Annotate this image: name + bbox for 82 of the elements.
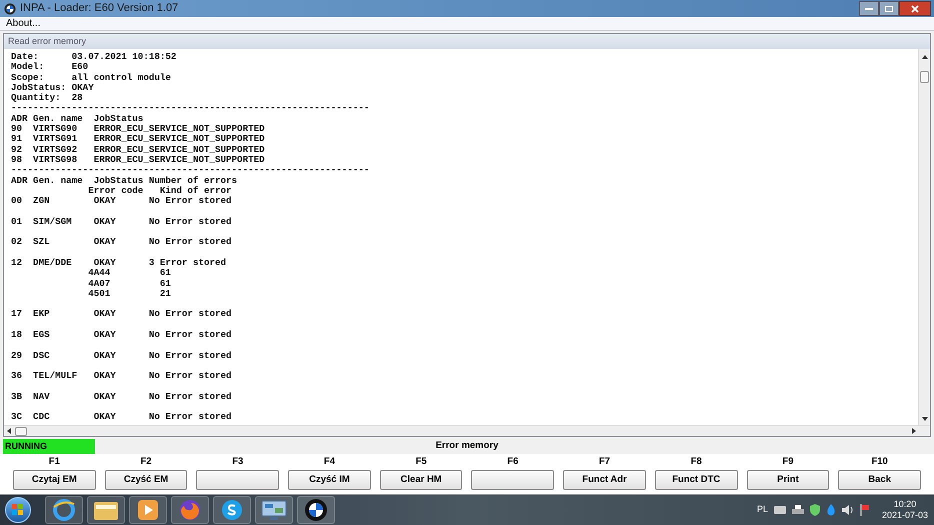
up-arrow-icon[interactable] — [922, 55, 928, 59]
function-key-label: F6 — [507, 455, 518, 469]
horizontal-scrollbar[interactable] — [4, 425, 930, 436]
menu-item[interactable]: About... — [4, 16, 42, 31]
function-button[interactable]: Back — [838, 470, 921, 490]
function-key-label: F2 — [140, 455, 152, 469]
keyboard-icon[interactable] — [774, 505, 786, 515]
window-title: INPA - Loader: E60 Version 1.07 — [20, 1, 178, 16]
report-line: ----------------------------------------------------------------- — [11, 103, 370, 114]
browser-icon[interactable] — [52, 498, 76, 522]
windows-logo-icon — [12, 504, 24, 516]
report-line: 17 EKP OKAY No Error stored — [11, 309, 232, 320]
function-key-label: F4 — [324, 455, 335, 469]
left-arrow-icon[interactable] — [7, 428, 11, 434]
monitor-icon[interactable] — [261, 499, 287, 521]
speaker-icon[interactable] — [842, 504, 854, 516]
report-line: JobStatus: OKAY — [11, 82, 94, 93]
report-line: 12 DME/DDE OKAY 3 Error stored — [11, 258, 226, 268]
report-line: 36 TEL/MULF OKAY No Error stored — [11, 371, 232, 382]
close-button[interactable] — [899, 1, 931, 16]
scroll-thumb[interactable] — [15, 426, 27, 436]
language-indicator[interactable]: PL — [756, 503, 768, 517]
function-button[interactable] — [196, 470, 280, 490]
report-line: Error code Kind of error — [87, 186, 232, 196]
function-button[interactable]: Clear HM — [380, 470, 462, 490]
function-key-label: F10 — [871, 455, 888, 469]
right-arrow-icon[interactable] — [912, 428, 916, 434]
minimize-button[interactable] — [859, 1, 879, 16]
report-line: 4501 21 — [87, 288, 171, 300]
report-line: Date: 03.07.2021 10:18:52 — [11, 52, 176, 62]
down-arrow-icon[interactable] — [922, 417, 928, 421]
folder-icon[interactable] — [93, 499, 119, 521]
status-title: Error memory — [436, 439, 498, 454]
maximize-button[interactable] — [879, 1, 899, 16]
vertical-scrollbar[interactable] — [918, 49, 930, 425]
report-line: Quantity: 28 — [11, 93, 83, 104]
status-indicator: RUNNING — [3, 439, 95, 454]
function-key-label: F5 — [416, 455, 427, 469]
report-line: 98 VIRTSG98 ERROR_ECU_SERVICE_NOT_SUPPORTED — [11, 154, 265, 166]
fox-globe-icon[interactable] — [178, 498, 202, 522]
function-button[interactable]: Funct Adr — [563, 470, 646, 490]
clock-time[interactable]: 10:20 — [894, 499, 916, 510]
scroll-thumb[interactable] — [920, 71, 929, 83]
report-line: Model: E60 — [11, 62, 88, 73]
report-line: 90 VIRTSG90 ERROR_ECU_SERVICE_NOT_SUPPORTED — [11, 124, 265, 134]
function-key-label: F7 — [598, 455, 610, 469]
report-line: 3C CDC OKAY No Error stored — [11, 412, 232, 423]
play-icon[interactable] — [137, 499, 159, 521]
report-line: 00 ZGN OKAY No Error stored — [11, 196, 232, 206]
shield-icon[interactable] — [810, 504, 820, 516]
report-line: 02 SZL OKAY No Error stored — [11, 237, 232, 248]
clock-date[interactable]: 2021-07-03 — [882, 510, 928, 521]
function-button[interactable]: Funct DTC — [654, 470, 738, 490]
report-line: 3B NAV OKAY No Error stored — [11, 392, 232, 402]
function-key-label: F8 — [690, 455, 702, 469]
roundel-icon[interactable] — [304, 498, 328, 522]
function-key-label: F3 — [232, 455, 244, 469]
function-button[interactable]: Czyść IM — [288, 470, 371, 490]
report-line: 18 EGS OKAY No Error stored — [11, 330, 232, 340]
report-line: ADR Gen. name JobStatus Number of errors — [11, 176, 238, 186]
report-line: 29 DSC OKAY No Error stored — [11, 350, 232, 361]
report-line: Scope: all control module — [11, 72, 171, 83]
function-button[interactable] — [471, 470, 554, 490]
report-line: 4A07 61 — [87, 278, 171, 289]
function-key-label: F1 — [48, 455, 60, 469]
function-button[interactable]: Czytaj EM — [13, 470, 96, 490]
start-button[interactable] — [5, 497, 31, 523]
function-key-label: F9 — [782, 455, 794, 469]
report-line: ADR Gen. name JobStatus — [11, 114, 144, 124]
flag-icon[interactable] — [860, 504, 870, 516]
function-button[interactable]: Czyść EM — [104, 470, 188, 490]
roundel-icon — [4, 2, 16, 14]
printer-icon[interactable] — [792, 504, 804, 516]
report-line: 01 SIM/SGM OKAY No Error stored — [11, 216, 232, 228]
report-line: ----------------------------------------------------------------- — [11, 165, 370, 176]
report-line: 91 VIRTSG91 ERROR_ECU_SERVICE_NOT_SUPPORTED — [11, 134, 265, 145]
function-button[interactable]: Print — [746, 470, 830, 490]
close-icon — [911, 4, 919, 12]
panel-title: Read error memory — [8, 34, 86, 48]
report-line: 92 VIRTSG92 ERROR_ECU_SERVICE_NOT_SUPPORTED — [11, 144, 265, 155]
chat-icon[interactable] — [220, 498, 244, 522]
report-line: 4A44 61 — [87, 268, 171, 279]
